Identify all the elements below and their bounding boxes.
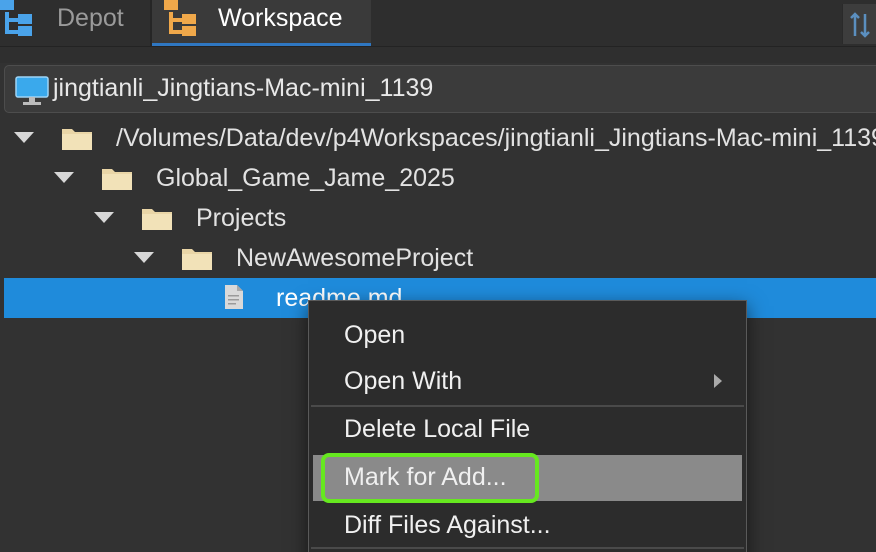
tree-row-global-game-jame[interactable]: Global_Game_Jame_2025 (0, 158, 876, 198)
monitor-icon (15, 76, 49, 111)
folder-icon (181, 245, 213, 276)
tab-depot[interactable]: Depot (0, 0, 150, 46)
menu-item-diff-files-against[interactable]: Diff Files Against... (309, 503, 746, 549)
tree-item-label: NewAwesomeProject (236, 244, 474, 272)
menu-item-open[interactable]: Open (309, 313, 746, 359)
submenu-chevron-icon (714, 374, 722, 388)
sort-arrows-icon (843, 12, 876, 48)
menu-item-label: Delete Local File (344, 415, 531, 443)
disclosure-expanded-icon[interactable] (134, 252, 154, 263)
menu-item-label: Open With (344, 367, 463, 395)
tab-workspace-label: Workspace (218, 4, 343, 32)
tab-workspace[interactable]: Workspace (152, 0, 371, 46)
depot-tree-icon (0, 0, 40, 43)
disclosure-expanded-icon[interactable] (94, 212, 114, 223)
annotation-highlight-outline (321, 453, 539, 503)
menu-item-label: Diff Files Against... (344, 511, 551, 539)
toolbar-strip (0, 47, 876, 63)
tab-depot-label: Depot (57, 4, 124, 32)
workspace-tree-icon (164, 0, 204, 43)
disclosure-expanded-icon[interactable] (14, 132, 34, 143)
folder-icon (61, 125, 93, 156)
menu-item-label: Open (344, 321, 406, 349)
file-icon (224, 284, 244, 315)
tree-row-workspace-root[interactable]: /Volumes/Data/dev/p4Workspaces/jingtianl… (0, 118, 876, 158)
app-window: Depot Workspace jingtianli_Jingtians-Mac… (0, 0, 876, 552)
folder-icon (141, 205, 173, 236)
tree-item-label: Global_Game_Jame_2025 (156, 164, 455, 192)
workspace-name: jingtianli_Jingtians-Mac-mini_1139 (53, 74, 434, 102)
menu-item-delete-local-file[interactable]: Delete Local File (309, 407, 746, 453)
sort-button[interactable] (842, 4, 876, 44)
disclosure-expanded-icon[interactable] (54, 172, 74, 183)
tree-item-label: Projects (196, 204, 287, 232)
tree-row-projects[interactable]: Projects (0, 198, 876, 238)
context-menu: Open Open With Delete Local File Mark fo… (308, 300, 747, 552)
tab-bar: Depot Workspace (0, 0, 876, 47)
tree-row-new-awesome-project[interactable]: NewAwesomeProject (0, 238, 876, 278)
tree-item-label: /Volumes/Data/dev/p4Workspaces/jingtianl… (116, 124, 876, 152)
workspace-selector[interactable]: jingtianli_Jingtians-Mac-mini_1139 (4, 65, 876, 113)
folder-icon (101, 165, 133, 196)
menu-separator (311, 547, 744, 549)
menu-item-open-with[interactable]: Open With (309, 359, 746, 405)
